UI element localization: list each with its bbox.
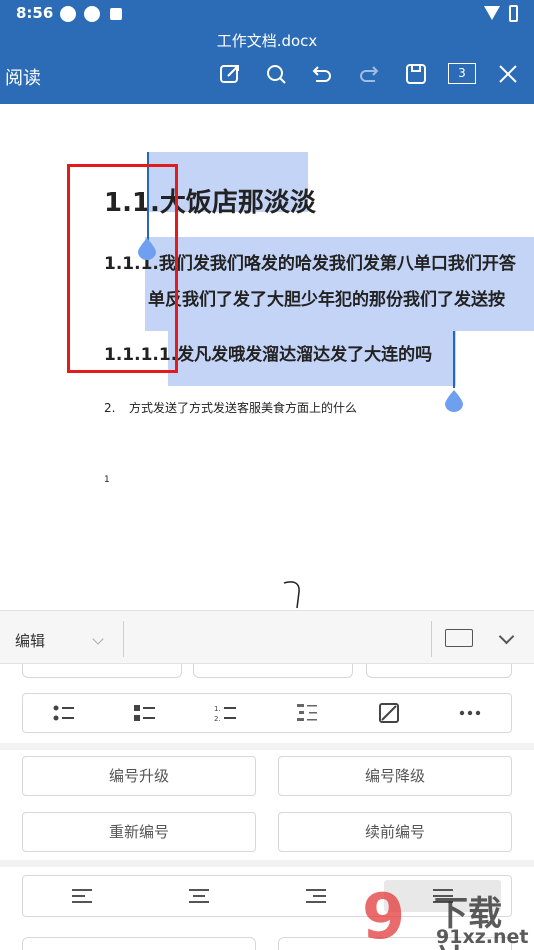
page-count-button[interactable]: 3 bbox=[448, 63, 476, 84]
align-center-icon[interactable] bbox=[140, 876, 257, 916]
list-item-text: 方式发送了方式发送客服美食方面上的什么 bbox=[129, 401, 358, 415]
page-number: 1 bbox=[104, 475, 110, 485]
document-title: 工作文档.docx bbox=[216, 32, 318, 50]
divider bbox=[431, 621, 432, 657]
redo-icon[interactable] bbox=[355, 60, 383, 88]
battery-icon bbox=[509, 5, 518, 22]
promote-numbering-button[interactable]: 编号升级 bbox=[22, 756, 256, 796]
keyboard-icon[interactable] bbox=[445, 629, 473, 647]
notification-icon bbox=[60, 6, 76, 22]
selection-end-cursor bbox=[453, 331, 455, 388]
numbered-list-icon[interactable]: 1. 2. bbox=[186, 694, 267, 732]
list-item: 2. 方式发送了方式发送客服美食方面上的什么 bbox=[104, 399, 357, 416]
bullet-list-icon[interactable] bbox=[23, 694, 104, 732]
site-watermark: 9 下载站 91xz.net bbox=[362, 880, 534, 950]
divider bbox=[123, 621, 124, 657]
document-canvas[interactable]: 1.1.大饭店那淡淡 1.1.1.我们发我们咯发的哈发我们发第八单口我们开答 单… bbox=[0, 104, 534, 610]
square-bullet-list-icon[interactable] bbox=[104, 694, 185, 732]
demote-numbering-button[interactable]: 编号降级 bbox=[278, 756, 512, 796]
multilevel-list-icon[interactable] bbox=[267, 694, 348, 732]
list-style-toolbar: 1. 2. bbox=[22, 693, 512, 733]
close-icon[interactable] bbox=[494, 60, 522, 88]
watermark-logo: 9 bbox=[362, 880, 406, 950]
watermark-url: 91xz.net bbox=[436, 926, 529, 948]
align-right-icon[interactable] bbox=[257, 876, 374, 916]
section-divider bbox=[0, 743, 534, 750]
svg-text:1.: 1. bbox=[214, 705, 221, 713]
read-mode-button[interactable]: 阅读 bbox=[5, 64, 41, 90]
selection-end-handle[interactable] bbox=[444, 390, 464, 412]
highlight-annotation-box bbox=[67, 164, 178, 373]
status-time: 8:56 bbox=[16, 4, 54, 22]
chevron-down-icon[interactable] bbox=[92, 633, 104, 645]
no-list-icon[interactable] bbox=[348, 694, 429, 732]
partial-toolbar-button[interactable] bbox=[193, 664, 353, 678]
partial-toolbar-button[interactable] bbox=[22, 937, 256, 950]
mode-selector-label[interactable]: 编辑 bbox=[15, 630, 45, 651]
scroll-indicator bbox=[283, 581, 300, 609]
list-item-number: 2. bbox=[104, 401, 116, 415]
notification-icon bbox=[84, 6, 100, 22]
status-bar: 8:56 bbox=[0, 0, 534, 28]
edit-panel-header: 编辑 bbox=[0, 610, 534, 664]
align-left-icon[interactable] bbox=[23, 876, 140, 916]
save-icon[interactable] bbox=[402, 60, 430, 88]
app-bar: 工作文档.docx 阅读 3 bbox=[0, 28, 534, 104]
undo-icon[interactable] bbox=[308, 60, 336, 88]
svg-text:2.: 2. bbox=[214, 715, 221, 723]
wifi-icon bbox=[484, 6, 500, 20]
search-icon[interactable] bbox=[262, 60, 290, 88]
collapse-panel-icon[interactable] bbox=[498, 628, 515, 645]
more-icon[interactable] bbox=[430, 694, 511, 732]
section-divider bbox=[0, 860, 534, 867]
notification-icon bbox=[110, 8, 122, 20]
edit-icon[interactable] bbox=[216, 60, 244, 88]
heading-2-continued: 单反我们了发了大胆少年犯的那份我们了发送按 bbox=[148, 290, 505, 310]
partial-toolbar-button[interactable] bbox=[22, 664, 182, 678]
partial-toolbar-button[interactable] bbox=[366, 664, 512, 678]
continue-numbering-button[interactable]: 续前编号 bbox=[278, 812, 512, 852]
restart-numbering-button[interactable]: 重新编号 bbox=[22, 812, 256, 852]
